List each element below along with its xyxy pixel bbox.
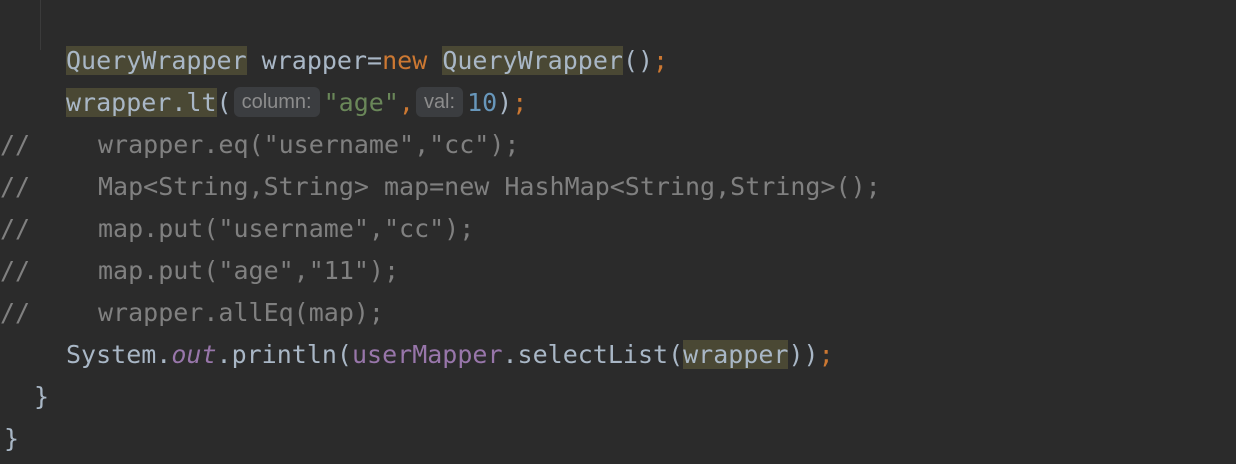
comment-line[interactable]: // map.put("username","cc"); bbox=[0, 208, 474, 250]
closing-brace-class[interactable]: } bbox=[4, 418, 19, 460]
close-parens: )) bbox=[788, 340, 819, 369]
type-querywrapper: QueryWrapper bbox=[66, 46, 247, 75]
code-line-2[interactable]: wrapper.lt(column: "age", val: 10); bbox=[66, 82, 527, 124]
comment-marker: // bbox=[0, 130, 31, 159]
semicolon: ; bbox=[818, 340, 834, 369]
commented-code: wrapper.eq("username","cc"); bbox=[98, 130, 520, 159]
variable-declaration: wrapper= bbox=[246, 46, 383, 75]
param-hint-val: val: bbox=[415, 87, 464, 117]
semicolon: ; bbox=[653, 46, 669, 75]
code-editor[interactable]: QueryWrapper wrapper=new QueryWrapper();… bbox=[0, 0, 1236, 464]
method-call-lt: wrapper.lt bbox=[66, 88, 217, 117]
comment-marker: // bbox=[0, 298, 31, 327]
commented-code: wrapper.allEq(map); bbox=[98, 298, 384, 327]
comment-line[interactable]: // wrapper.allEq(map); bbox=[0, 292, 384, 334]
code-line-8[interactable]: System.out.println(userMapper.selectList… bbox=[66, 334, 834, 376]
comma: , bbox=[398, 88, 414, 117]
closing-brace-method[interactable]: } bbox=[34, 376, 49, 418]
println-call: .println( bbox=[216, 340, 352, 369]
selectlist-call: .selectList( bbox=[502, 340, 684, 369]
number-10: 10 bbox=[467, 88, 498, 117]
close-paren: ) bbox=[497, 88, 513, 117]
comment-line[interactable]: // Map<String,String> map=new HashMap<Str… bbox=[0, 166, 881, 208]
comment-marker: // bbox=[0, 172, 31, 201]
keyword-new: new bbox=[382, 46, 428, 75]
semicolon: ; bbox=[512, 88, 528, 117]
comment-line[interactable]: // map.put("age","11"); bbox=[0, 250, 399, 292]
type-querywrapper-constructor: QueryWrapper bbox=[442, 46, 623, 75]
parens: () bbox=[622, 46, 654, 75]
string-age: "age" bbox=[323, 88, 399, 117]
arg-wrapper: wrapper bbox=[683, 340, 789, 369]
indent-guide bbox=[40, 0, 41, 50]
commented-code: map.put("username","cc"); bbox=[98, 214, 475, 243]
comment-marker: // bbox=[0, 256, 31, 285]
open-paren: ( bbox=[216, 88, 232, 117]
comment-line[interactable]: // wrapper.eq("username","cc"); bbox=[0, 124, 519, 166]
static-field-out: out bbox=[171, 340, 217, 369]
code-line-1[interactable]: QueryWrapper wrapper=new QueryWrapper(); bbox=[66, 40, 668, 82]
commented-code: map.put("age","11"); bbox=[98, 256, 400, 285]
comment-marker: // bbox=[0, 214, 31, 243]
commented-code: Map<String,String> map=new HashMap<Strin… bbox=[98, 172, 881, 201]
system-class: System. bbox=[66, 340, 172, 369]
field-usermapper: userMapper bbox=[351, 340, 503, 369]
param-hint-column: column: bbox=[233, 87, 320, 117]
